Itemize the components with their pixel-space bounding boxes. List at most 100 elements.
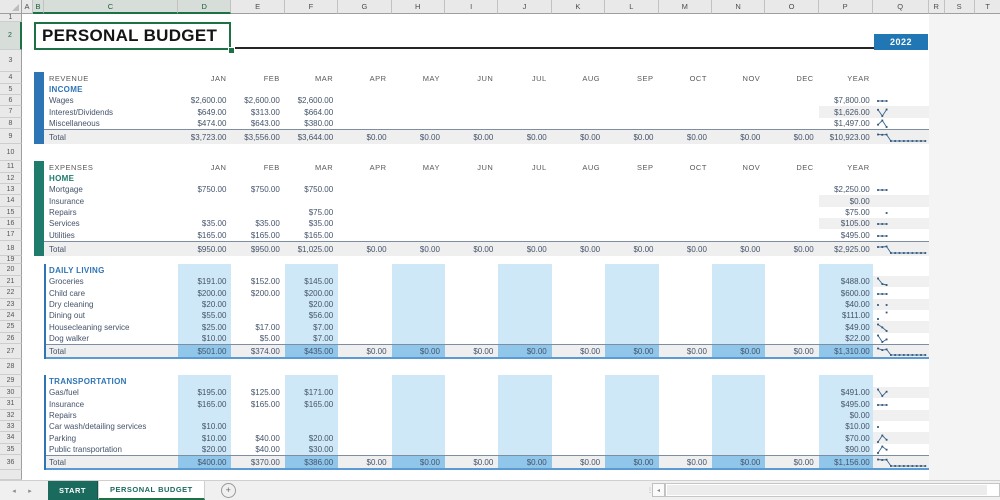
cell[interactable] — [445, 333, 498, 344]
cell[interactable] — [498, 276, 551, 287]
year-cell[interactable]: $488.00 — [819, 276, 873, 287]
cell[interactable] — [765, 387, 818, 398]
month-header-JUL[interactable]: JUL — [498, 161, 551, 173]
total-cell[interactable]: $0.00 — [498, 130, 551, 144]
cell[interactable] — [445, 432, 498, 444]
total-cell[interactable]: $0.00 — [659, 456, 712, 468]
total-cell[interactable]: $435.00 — [285, 345, 338, 357]
total-cell[interactable]: $0.00 — [659, 130, 712, 144]
month-header-AUG[interactable]: AUG — [552, 161, 605, 173]
cell[interactable] — [178, 375, 231, 387]
cell[interactable] — [659, 444, 712, 455]
total-label[interactable]: Total — [44, 242, 178, 256]
col-header-M[interactable]: M — [659, 0, 712, 14]
cell[interactable] — [552, 207, 605, 218]
cell[interactable] — [765, 321, 818, 333]
cell[interactable] — [498, 310, 551, 321]
cell[interactable] — [605, 299, 658, 310]
cell[interactable] — [605, 173, 658, 184]
cell[interactable] — [712, 264, 765, 276]
cell[interactable] — [392, 387, 445, 398]
month-header-APR[interactable]: APR — [338, 72, 391, 84]
cell[interactable] — [605, 207, 658, 218]
cell[interactable] — [231, 84, 284, 95]
cell[interactable] — [765, 299, 818, 310]
year-cell[interactable]: $1,626.00 — [819, 106, 873, 118]
cell[interactable] — [659, 184, 712, 195]
cell[interactable]: $2,600.00 — [178, 95, 231, 106]
cell[interactable] — [231, 421, 284, 432]
cell[interactable] — [392, 410, 445, 421]
cell[interactable] — [659, 276, 712, 287]
cell[interactable] — [659, 106, 712, 118]
row-header-37[interactable] — [0, 470, 22, 480]
cell[interactable] — [605, 410, 658, 421]
col-header-I[interactable]: I — [445, 0, 498, 14]
cell[interactable] — [498, 195, 551, 207]
cell[interactable] — [765, 432, 818, 444]
cell[interactable] — [338, 118, 391, 129]
month-header-JUN[interactable]: JUN — [445, 72, 498, 84]
cell[interactable] — [712, 333, 765, 344]
cell[interactable] — [605, 95, 658, 106]
row-label[interactable]: Repairs — [44, 410, 178, 421]
row-header-7[interactable]: 7 — [0, 106, 22, 118]
cell[interactable] — [285, 421, 338, 432]
cell[interactable]: $200.00 — [178, 287, 231, 299]
cell[interactable] — [659, 218, 712, 229]
row-label[interactable]: Services — [44, 218, 178, 229]
cell[interactable]: $750.00 — [231, 184, 284, 195]
cell[interactable] — [338, 287, 391, 299]
cell[interactable]: $10.00 — [178, 421, 231, 432]
row-label[interactable]: Insurance — [44, 398, 178, 410]
cell[interactable] — [712, 398, 765, 410]
total-cell[interactable]: $0.00 — [552, 456, 605, 468]
cell[interactable]: $165.00 — [178, 398, 231, 410]
cell[interactable] — [659, 375, 712, 387]
cell[interactable] — [605, 444, 658, 455]
cell[interactable] — [712, 276, 765, 287]
total-cell[interactable]: $0.00 — [498, 242, 551, 256]
col-header-G[interactable]: G — [338, 0, 391, 14]
cell[interactable] — [445, 95, 498, 106]
cell[interactable] — [338, 276, 391, 287]
row-label[interactable]: Gas/fuel — [44, 387, 178, 398]
cell[interactable] — [338, 432, 391, 444]
total-label[interactable]: Total — [44, 456, 178, 468]
cell[interactable] — [659, 387, 712, 398]
cell[interactable] — [605, 333, 658, 344]
cell[interactable] — [445, 229, 498, 241]
cell[interactable] — [178, 207, 231, 218]
horizontal-scrollbar[interactable]: ⋮ ◂ — [648, 483, 1000, 497]
row-header-23[interactable]: 23 — [0, 299, 22, 310]
cell[interactable] — [659, 173, 712, 184]
cell[interactable] — [231, 264, 284, 276]
cell[interactable]: $25.00 — [178, 321, 231, 333]
cell[interactable] — [498, 299, 551, 310]
cell[interactable] — [338, 195, 391, 207]
cell[interactable] — [605, 195, 658, 207]
cell[interactable] — [819, 264, 873, 276]
cell[interactable] — [605, 276, 658, 287]
cell[interactable] — [392, 333, 445, 344]
row-header-21[interactable]: 21 — [0, 276, 22, 287]
cell[interactable] — [552, 184, 605, 195]
cell[interactable] — [231, 375, 284, 387]
row-label[interactable]: Insurance — [44, 195, 178, 207]
cell[interactable] — [392, 218, 445, 229]
cell[interactable]: $7.00 — [285, 333, 338, 344]
month-header-FEB[interactable]: FEB — [231, 72, 284, 84]
cell[interactable] — [445, 118, 498, 129]
total-cell[interactable]: $0.00 — [765, 456, 818, 468]
sheet-tab-start[interactable]: START — [48, 481, 98, 500]
total-cell[interactable]: $0.00 — [605, 456, 658, 468]
cell[interactable] — [659, 118, 712, 129]
month-header-SEP[interactable]: SEP — [605, 72, 658, 84]
cell[interactable] — [285, 375, 338, 387]
month-header-JUN[interactable]: JUN — [445, 161, 498, 173]
sheet-nav-left-icon[interactable]: ◂ — [6, 481, 22, 500]
cell[interactable]: $125.00 — [231, 387, 284, 398]
year-cell[interactable]: $491.00 — [819, 387, 873, 398]
row-header-15[interactable]: 15 — [0, 207, 22, 218]
cell[interactable] — [445, 410, 498, 421]
